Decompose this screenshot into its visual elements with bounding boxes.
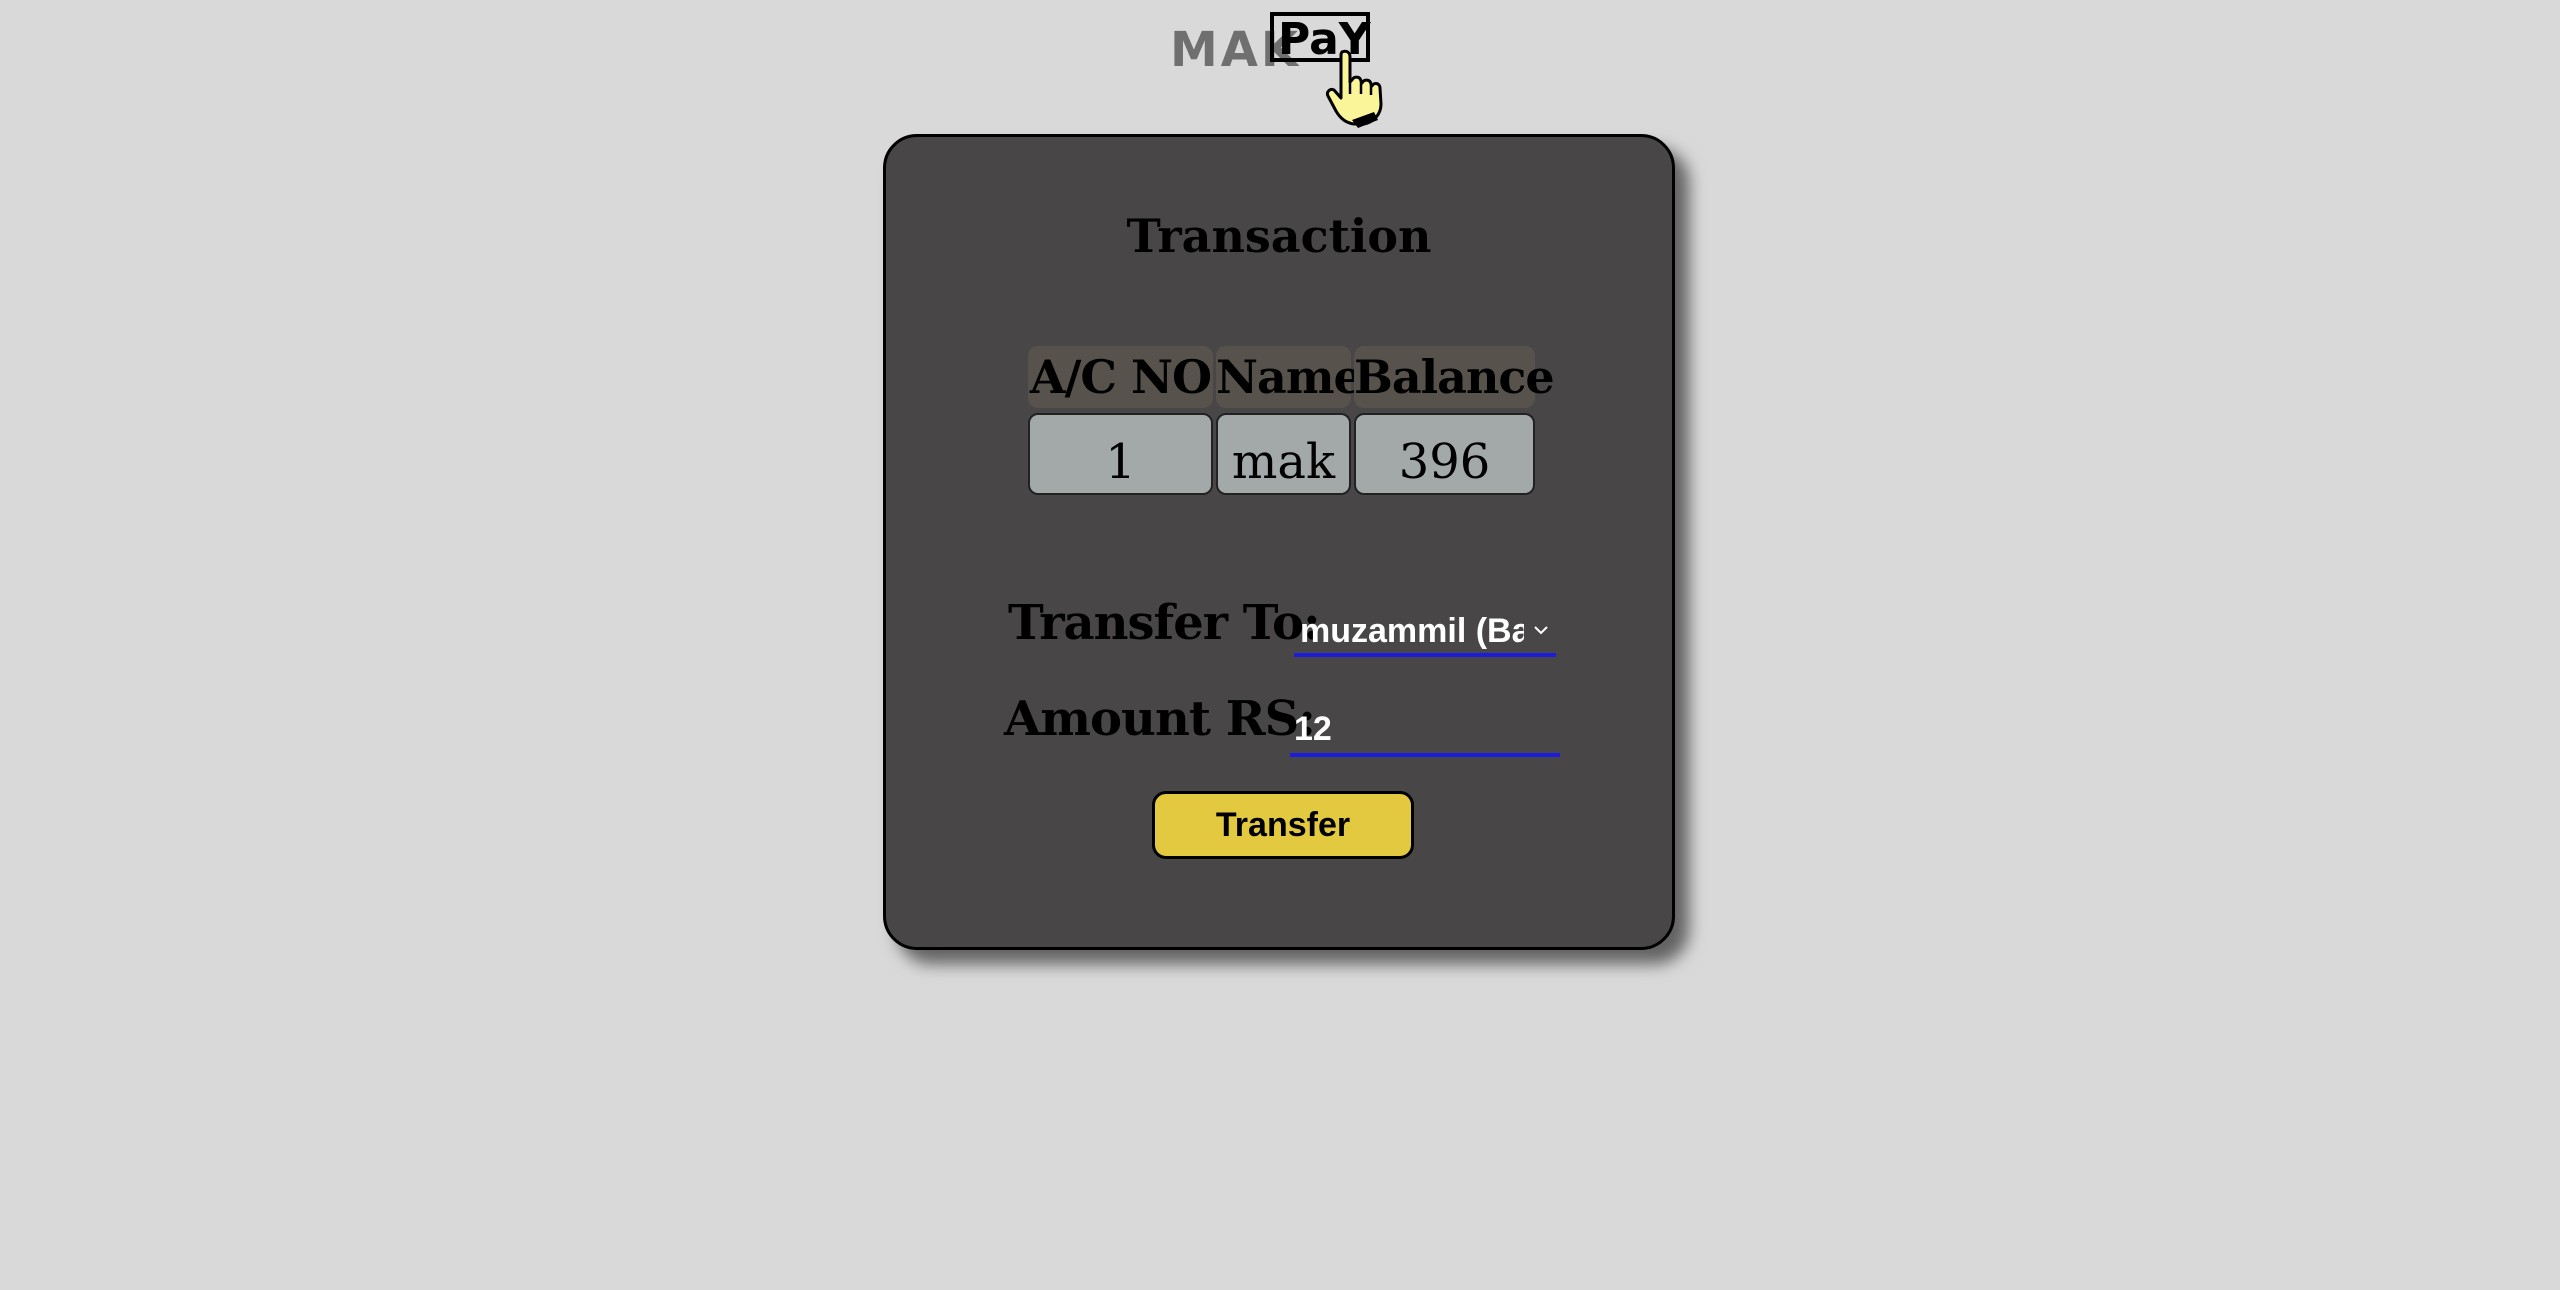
amount-label: Amount RS: [1004,691,1316,747]
card-title: Transaction [1126,209,1432,263]
cell-name: mak [1216,413,1351,495]
amount-input[interactable] [1290,705,1560,757]
makpay-logo: MAK PaY [1170,10,1400,128]
transaction-card: Transaction A/C NO Name Balance 1 mak 39… [883,134,1675,950]
transfer-to-label: Transfer To: [1008,595,1321,651]
header-balance: Balance [1354,346,1555,408]
chevron-down-icon [1534,626,1548,635]
transfer-to-select[interactable]: muzammil (Ba [1294,607,1556,657]
pointing-hand-icon [1326,49,1383,128]
cell-account-no: 1 [1028,413,1213,495]
cell-balance: 396 [1354,413,1535,495]
transfer-to-selected-value: muzammil (Ba [1300,612,1524,650]
header-name: Name [1216,346,1363,408]
header-account-no: A/C NO [1028,346,1213,408]
transfer-button[interactable]: Transfer [1152,791,1414,859]
